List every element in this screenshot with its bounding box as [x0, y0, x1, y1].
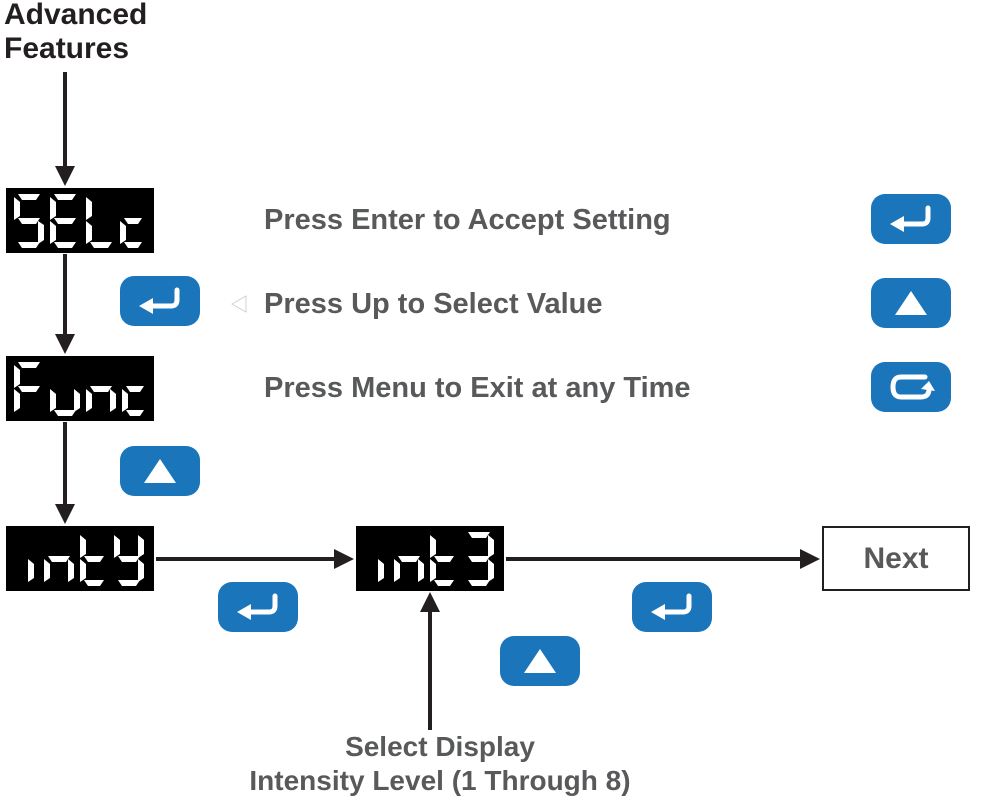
instruction-enter: Press Enter to Accept Setting — [264, 204, 671, 237]
enter-icon — [137, 286, 183, 316]
lcd-inty — [6, 526, 154, 591]
lcd-func-glyphs — [10, 362, 150, 416]
legend-menu-button[interactable] — [871, 362, 951, 412]
arrow-annotation-to-int3 — [420, 592, 440, 730]
annotation-block: Select Display Intensity Level (1 Throug… — [240, 730, 640, 797]
enter-icon — [888, 204, 934, 234]
lcd-func — [6, 356, 154, 421]
up-button-select-intensity[interactable] — [500, 636, 580, 686]
lcd-int3-glyphs — [360, 532, 500, 586]
lcd-int3 — [356, 526, 504, 591]
enter-button-step-4[interactable] — [632, 582, 712, 632]
title-line-2: Features — [4, 32, 147, 66]
enter-button-step-3[interactable] — [218, 582, 298, 632]
enter-icon — [649, 592, 695, 622]
annotation-line-2: Intensity Level (1 Through 8) — [240, 764, 640, 798]
enter-button-step-1[interactable] — [120, 276, 200, 326]
title-line-1: Advanced — [4, 0, 147, 32]
annotation-line-1: Select Display — [240, 730, 640, 764]
arrow-func-to-inty — [55, 422, 75, 524]
arrow-inty-to-int3 — [156, 549, 354, 569]
title-block: Advanced Features — [4, 0, 147, 66]
arrow-selc-to-func — [55, 254, 75, 354]
legend-enter-button[interactable] — [871, 194, 951, 244]
lcd-selc-glyphs — [10, 194, 150, 248]
enter-icon — [235, 592, 281, 622]
up-triangle-icon — [142, 457, 178, 485]
arrow-title-to-selc — [55, 72, 75, 187]
up-button-step-2[interactable] — [120, 446, 200, 496]
next-box: Next — [822, 526, 970, 591]
lcd-selc — [6, 188, 154, 253]
up-triangle-icon — [893, 289, 929, 317]
arrow-int3-to-next — [506, 549, 820, 569]
menu-loop-icon — [887, 371, 935, 403]
legend-up-button[interactable] — [871, 278, 951, 328]
instruction-menu: Press Menu to Exit at any Time — [264, 372, 691, 405]
instruction-up: Press Up to Select Value — [264, 288, 602, 321]
lcd-inty-glyphs — [10, 532, 150, 586]
up-triangle-icon — [522, 647, 558, 675]
next-label: Next — [863, 542, 928, 576]
pointer-triangle — [232, 296, 248, 317]
